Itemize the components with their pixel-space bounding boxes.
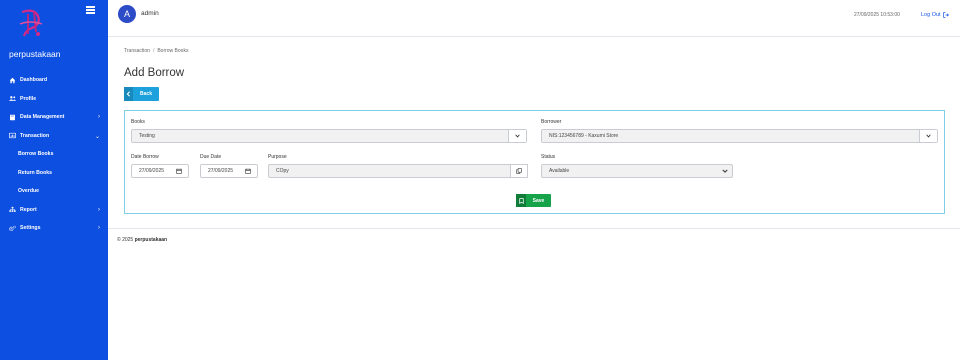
footer-brand: perpustakaan <box>134 237 168 243</box>
footer-copyright: © 2025 <box>117 237 134 243</box>
logout-icon <box>942 11 949 18</box>
purpose-value: COpy <box>276 168 289 174</box>
breadcrumb-parent[interactable]: Transaction <box>124 48 150 54</box>
chevron-down-icon <box>508 130 526 142</box>
chevron-right-icon: › <box>98 114 100 120</box>
copy-icon[interactable] <box>510 164 528 178</box>
calendar-icon[interactable] <box>176 168 182 174</box>
save-button[interactable]: Save <box>516 194 551 207</box>
avatar[interactable]: A <box>118 5 136 23</box>
datetime: 27/09/2025 10:53:00 <box>854 12 900 18</box>
username: admin <box>141 10 159 17</box>
due-date-input[interactable]: 27/09/2025 <box>200 164 258 178</box>
books-value: Testing <box>139 133 155 139</box>
borrower-label: Borrower <box>541 119 562 125</box>
purpose-label: Purpose <box>268 154 287 160</box>
users-icon <box>9 95 16 102</box>
footer: © 2025 perpustakaan <box>117 237 167 243</box>
sidebar-item-label: Overdue <box>18 188 40 195</box>
sidebar-item-transaction[interactable]: Transaction ⌄ <box>0 127 108 146</box>
logo-icon <box>19 9 43 37</box>
save-button-label: Save <box>532 197 545 204</box>
back-button-label: Back <box>140 91 152 97</box>
chevron-right-icon: › <box>98 225 100 231</box>
sidebar-item-dashboard[interactable]: Dashboard <box>0 71 108 90</box>
chevron-down-icon <box>919 130 937 142</box>
due-date-label: Due Date <box>200 154 222 160</box>
sidebar-item-data-management[interactable]: Data Management › <box>0 108 108 127</box>
sitemap-icon <box>9 206 16 213</box>
sidebar-item-profile[interactable]: Profile <box>0 90 108 109</box>
footer-divider <box>108 228 960 229</box>
sidebar-item-label: Transaction <box>20 132 50 139</box>
sidebar-item-label: Profile <box>20 95 37 102</box>
chart-icon <box>9 132 16 139</box>
home-icon <box>9 77 16 84</box>
sidebar-item-report[interactable]: Report › <box>0 201 108 220</box>
logout-link[interactable]: Log Out <box>921 12 949 18</box>
status-select[interactable]: Available <box>541 164 733 178</box>
date-borrow-value: 27/09/2025 <box>139 168 165 174</box>
borrower-select[interactable]: NIS:123456789 - Kaxumi Store <box>541 129 938 143</box>
page-title: Add Borrow <box>124 67 185 79</box>
chevron-down-icon: ⌄ <box>94 133 100 140</box>
sidebar-item-settings[interactable]: Settings › <box>0 219 108 238</box>
cogs-icon <box>9 225 16 232</box>
top-header: A admin 27/09/2025 10:53:00 Log Out <box>108 0 960 37</box>
menu-toggle-icon[interactable] <box>86 6 95 14</box>
purpose-input[interactable]: COpy <box>268 164 528 178</box>
sidebar-item-label: Borrow Books <box>18 151 54 158</box>
breadcrumb: Transaction / Borrow Books <box>124 48 188 54</box>
status-label: Status <box>541 154 556 160</box>
calendar-icon[interactable] <box>245 168 251 174</box>
status-value: Available <box>549 168 570 174</box>
sidebar-item-label: Dashboard <box>20 77 48 84</box>
bookmark-icon <box>516 194 526 207</box>
sidebar-subitem-overdue[interactable]: Overdue <box>0 182 108 201</box>
sidebar-item-label: Return Books <box>18 169 53 176</box>
borrower-value: NIS:123456789 - Kaxumi Store <box>549 133 619 139</box>
book-icon <box>9 114 16 121</box>
sidebar: perpustakaan Dashboard Profile Data Mana… <box>0 0 108 360</box>
sidebar-subitem-borrow-books[interactable]: Borrow Books <box>0 145 108 164</box>
books-select[interactable]: Testing <box>131 129 527 143</box>
back-button[interactable]: Back <box>124 87 159 101</box>
chevron-down-icon <box>722 169 728 173</box>
due-date-value: 27/09/2025 <box>208 168 234 174</box>
sidebar-item-label: Settings <box>20 225 41 232</box>
sidebar-nav: Dashboard Profile Data Management › Tran… <box>0 71 108 238</box>
breadcrumb-current: Borrow Books <box>157 48 189 54</box>
chevron-left-icon <box>124 87 133 101</box>
books-label: Books <box>131 119 145 125</box>
breadcrumb-separator: / <box>152 48 155 54</box>
sidebar-item-label: Report <box>20 206 37 213</box>
sidebar-subitem-return-books[interactable]: Return Books <box>0 164 108 183</box>
app-name: perpustakaan <box>9 49 61 59</box>
sidebar-item-label: Data Management <box>20 114 65 121</box>
logout-label: Log Out <box>921 11 941 18</box>
chevron-right-icon: › <box>98 206 100 213</box>
date-borrow-label: Date Borrow <box>131 154 159 160</box>
date-borrow-input[interactable]: 27/09/2025 <box>131 164 189 178</box>
